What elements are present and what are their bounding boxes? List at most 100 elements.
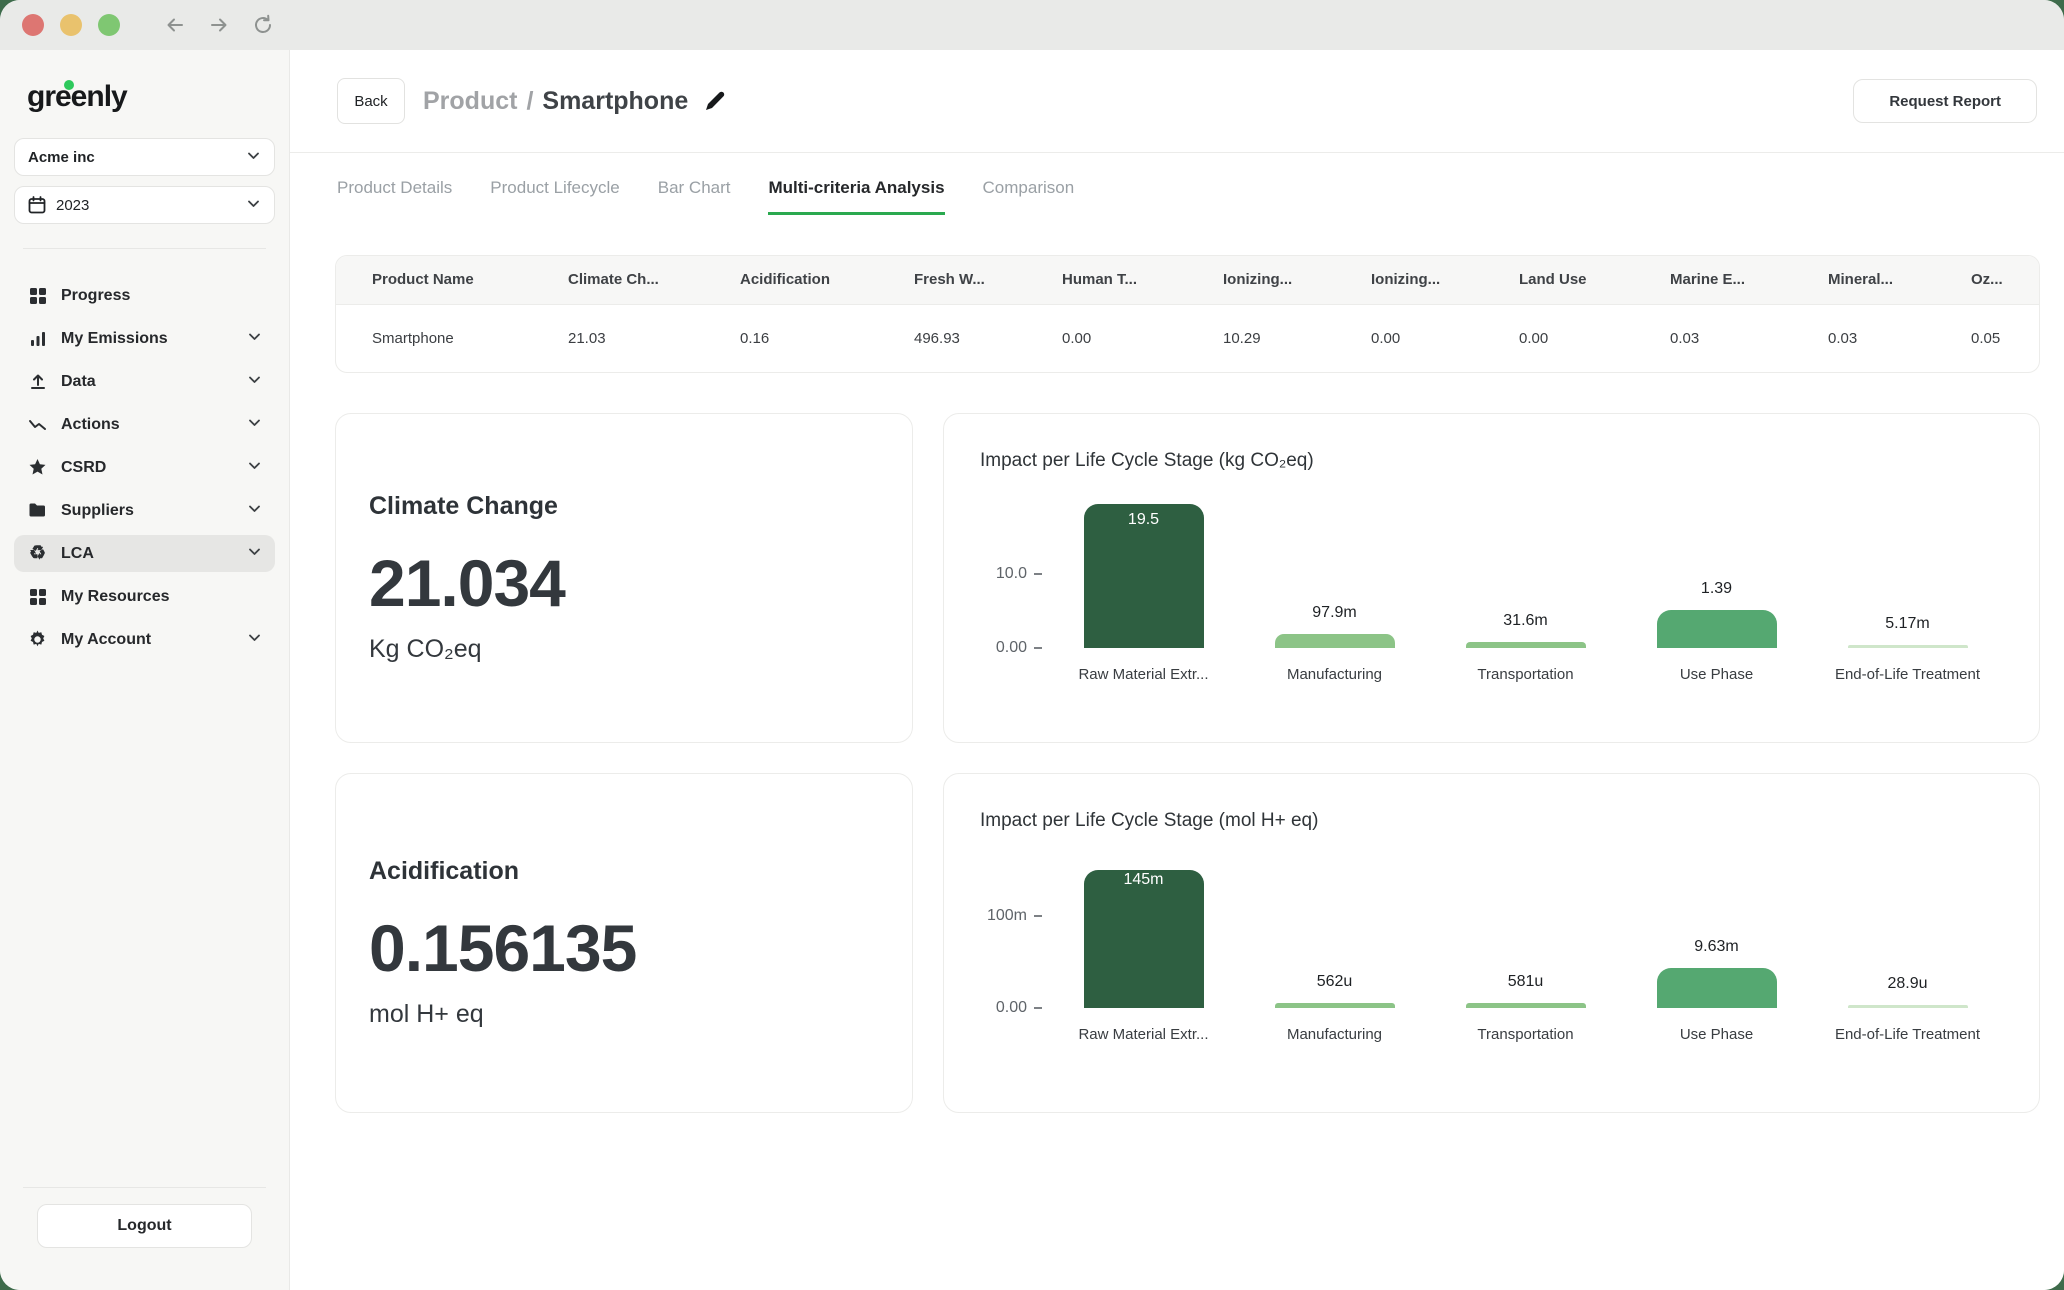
climate-change-card: Climate Change 21.034 Kg CO₂eq — [335, 413, 913, 743]
back-icon[interactable] — [160, 10, 190, 40]
bar-value-label: 5.17m — [1885, 615, 1929, 633]
chevron-down-icon — [247, 544, 262, 564]
bar: 19.5 — [1084, 504, 1204, 648]
table-cell: Smartphone — [336, 304, 568, 372]
company-selector-value: Acme inc — [28, 149, 95, 166]
table-cell: 10.29 — [1223, 304, 1371, 372]
x-axis-label: Use Phase — [1621, 666, 1812, 683]
bar-chart: 10.00.0019.597.9m31.6m1.395.17mRaw Mater… — [980, 498, 2003, 683]
x-axis-label: Manufacturing — [1239, 666, 1430, 683]
year-selector[interactable]: 2023 — [14, 186, 275, 224]
tab-product-details[interactable]: Product Details — [337, 178, 452, 215]
tab-bar-chart[interactable]: Bar Chart — [658, 178, 731, 215]
bar-slot: 9.63m — [1621, 858, 1812, 1008]
column-header: Product Name — [336, 256, 568, 304]
calendar-icon — [28, 196, 46, 214]
table-cell: 0.16 — [740, 304, 914, 372]
sidebar-item-lca[interactable]: ♻LCA — [14, 535, 275, 572]
grid-icon — [27, 287, 48, 305]
sidebar-item-label: My Resources — [61, 588, 170, 606]
column-header: Climate Ch... — [568, 256, 740, 304]
table-cell: 21.03 — [568, 304, 740, 372]
x-axis-label: Use Phase — [1621, 1026, 1812, 1043]
y-axis-tick: 10.0 — [996, 565, 1042, 583]
tab-comparison[interactable]: Comparison — [983, 178, 1075, 215]
minimize-button[interactable] — [60, 14, 82, 36]
bar-slot: 1.39 — [1621, 498, 1812, 648]
bar-value-label: 31.6m — [1503, 612, 1547, 630]
y-axis-tick: 0.00 — [996, 999, 1042, 1017]
y-axis: 10.00.00 — [980, 498, 1042, 648]
traffic-lights — [0, 14, 120, 36]
bar — [1657, 968, 1777, 1008]
bar-slot: 31.6m — [1430, 498, 1621, 648]
acidification-lifecycle-chart-card: Impact per Life Cycle Stage (mol H+ eq) … — [943, 773, 2040, 1113]
sidebar: greenly Acme inc 2023 ProgressMy Emissio… — [0, 50, 290, 1290]
back-button[interactable]: Back — [337, 78, 405, 124]
bar-slot: 5.17m — [1812, 498, 2003, 648]
bar-value-label: 9.63m — [1694, 938, 1738, 956]
bar-value-label: 97.9m — [1312, 604, 1356, 622]
sidebar-item-label: LCA — [61, 545, 94, 563]
breadcrumb-product-name: Smartphone — [542, 87, 688, 116]
acidification-card: Acidification 0.156135 mol H+ eq — [335, 773, 913, 1113]
year-selector-value: 2023 — [56, 197, 89, 214]
bar-value-label: 581u — [1508, 973, 1544, 991]
page-title: Product / Smartphone — [423, 87, 727, 116]
sidebar-item-actions[interactable]: Actions — [14, 406, 275, 443]
x-axis-label: Transportation — [1430, 666, 1621, 683]
content-area: Product NameClimate Ch...AcidificationFr… — [290, 215, 2064, 1290]
forward-icon[interactable] — [204, 10, 234, 40]
tab-multi-criteria-analysis[interactable]: Multi-criteria Analysis — [768, 178, 944, 215]
bar-slot: 28.9u — [1812, 858, 2003, 1008]
column-header: Oz... — [1971, 256, 2040, 304]
column-header: Mineral... — [1828, 256, 1971, 304]
sidebar-item-csrd[interactable]: CSRD — [14, 449, 275, 486]
co2-lifecycle-chart-card: Impact per Life Cycle Stage (kg CO₂eq) 1… — [943, 413, 2040, 743]
bar-chart-icon — [27, 330, 48, 348]
x-axis-label: Raw Material Extr... — [1048, 1026, 1239, 1043]
table-row[interactable]: Smartphone21.030.16496.930.0010.290.000.… — [336, 304, 2040, 372]
column-header: Land Use — [1519, 256, 1670, 304]
zoom-button[interactable] — [98, 14, 120, 36]
stat-unit: mol H+ eq — [369, 1000, 879, 1029]
sidebar-item-my-emissions[interactable]: My Emissions — [14, 320, 275, 357]
table-cell: 0.05 — [1971, 304, 2040, 372]
reload-icon[interactable] — [248, 10, 278, 40]
company-selector[interactable]: Acme inc — [14, 138, 275, 176]
chevron-down-icon — [247, 372, 262, 392]
column-header: Ionizing... — [1371, 256, 1519, 304]
x-axis-label: End-of-Life Treatment — [1812, 666, 2003, 683]
app-window: greenly Acme inc 2023 ProgressMy Emissio… — [0, 0, 2064, 1290]
star-icon — [27, 458, 48, 477]
sidebar-item-progress[interactable]: Progress — [14, 277, 275, 314]
breadcrumb-separator: / — [526, 87, 533, 116]
sidebar-nav: Progress My Emissions Data Actions CSRD Suppl… — [14, 271, 275, 664]
bar — [1275, 634, 1395, 648]
table-header-row: Product NameClimate Ch...AcidificationFr… — [336, 256, 2040, 304]
logout-button[interactable]: Logout — [37, 1204, 252, 1248]
sidebar-item-my-account[interactable]: My Account — [14, 621, 275, 658]
chevron-down-icon — [247, 630, 262, 650]
sidebar-item-my-resources[interactable]: My Resources — [14, 578, 275, 615]
pencil-icon[interactable] — [703, 89, 727, 113]
y-axis-tick: 100m — [987, 907, 1042, 925]
bar-slot: 97.9m — [1239, 498, 1430, 648]
request-report-button[interactable]: Request Report — [1853, 79, 2037, 123]
close-button[interactable] — [22, 14, 44, 36]
bar-value-label: 28.9u — [1887, 975, 1927, 993]
chevron-down-icon — [246, 196, 261, 215]
sidebar-item-label: Suppliers — [61, 502, 134, 520]
sidebar-item-suppliers[interactable]: Suppliers — [14, 492, 275, 529]
bar — [1275, 1003, 1395, 1008]
stat-title: Climate Change — [369, 492, 879, 521]
bar — [1466, 1003, 1586, 1008]
sidebar-item-data[interactable]: Data — [14, 363, 275, 400]
chevron-down-icon — [247, 415, 262, 435]
main-area: Back Product / Smartphone Request Report… — [290, 50, 2064, 1290]
trend-icon — [27, 415, 48, 434]
chevron-down-icon — [247, 501, 262, 521]
chevron-down-icon — [247, 329, 262, 349]
tab-product-lifecycle[interactable]: Product Lifecycle — [490, 178, 619, 215]
chevron-down-icon — [246, 148, 261, 167]
